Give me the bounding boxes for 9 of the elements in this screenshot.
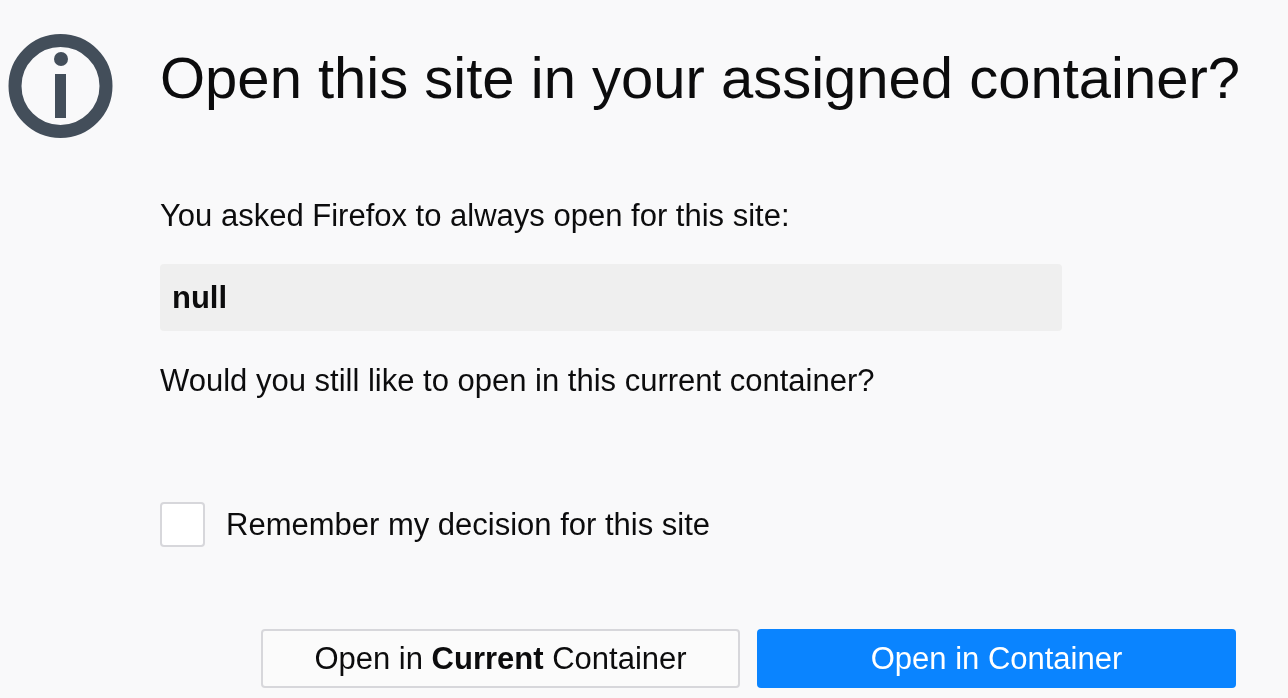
remember-checkbox[interactable] <box>160 502 205 547</box>
message-text: You asked Firefox to always open for this site: <box>160 197 790 235</box>
question-text: Would you still like to open in this current container? <box>160 362 875 400</box>
site-address: null <box>160 264 1062 331</box>
open-in-container-button[interactable]: Open in Container <box>757 629 1236 688</box>
dialog-title: Open this site in your assigned container? <box>160 44 1241 112</box>
info-icon <box>8 34 113 138</box>
remember-label[interactable]: Remember my decision for this site <box>226 504 711 545</box>
open-in-current-container-button[interactable]: Open in Current Container <box>261 629 740 688</box>
